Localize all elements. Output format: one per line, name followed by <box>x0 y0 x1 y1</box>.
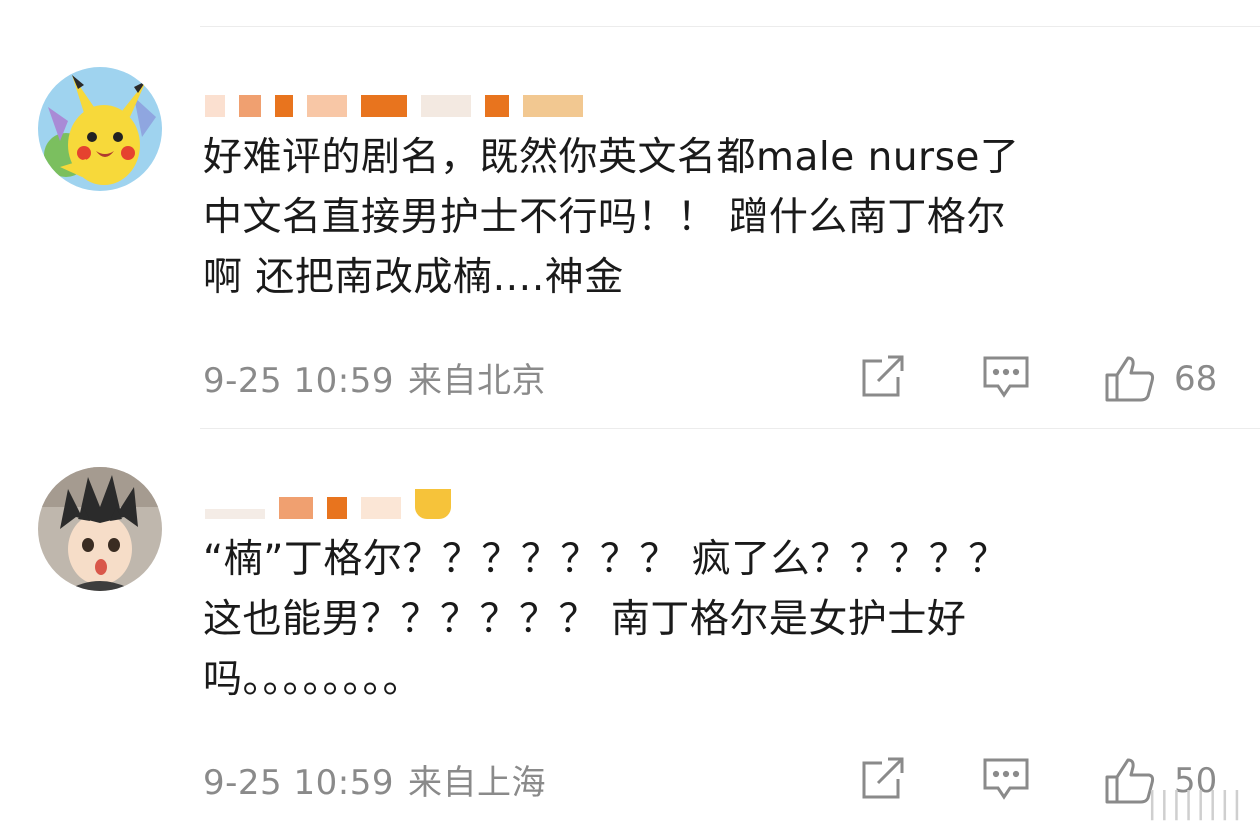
comment-list: 好难评的剧名，既然你英文名都male nurse了 中文名直接男护士不行吗！！ … <box>0 0 1260 829</box>
comment-text: “楠”丁格尔？？？？？？？ 疯了么？？？？？ 这也能男？？？？？？ 南丁格尔是女… <box>203 537 1008 702</box>
comment-text: 好难评的剧名，既然你英文名都male nurse了 中文名直接男护士不行吗！！ … <box>203 135 1020 300</box>
repost-button[interactable] <box>858 757 908 801</box>
pikachu-avatar-icon[interactable] <box>38 67 162 191</box>
reply-button[interactable] <box>982 355 1030 399</box>
thumbs-up-icon <box>1105 356 1155 402</box>
repost-button[interactable] <box>858 355 908 399</box>
comment-icon <box>983 758 1029 800</box>
repost-icon <box>862 757 904 799</box>
anime-boy-avatar-icon[interactable] <box>38 467 162 591</box>
comment-item: “楠”丁格尔？？？？？？？ 疯了么？？？？？ 这也能男？？？？？？ 南丁格尔是女… <box>0 429 1260 829</box>
watermark: |||||||| <box>1147 786 1244 821</box>
username-redacted[interactable] <box>205 73 625 117</box>
username-redacted[interactable] <box>205 475 505 519</box>
comment-actions: 68 <box>0 345 1260 405</box>
repost-icon <box>862 355 904 397</box>
comment-item: 好难评的剧名，既然你英文名都male nurse了 中文名直接男护士不行吗！！ … <box>0 27 1260 427</box>
like-button[interactable]: 68 <box>1104 355 1217 403</box>
like-count: 68 <box>1174 359 1218 399</box>
comment-actions: 50 <box>0 747 1260 807</box>
comment-icon <box>983 356 1029 398</box>
reply-button[interactable] <box>982 757 1030 801</box>
